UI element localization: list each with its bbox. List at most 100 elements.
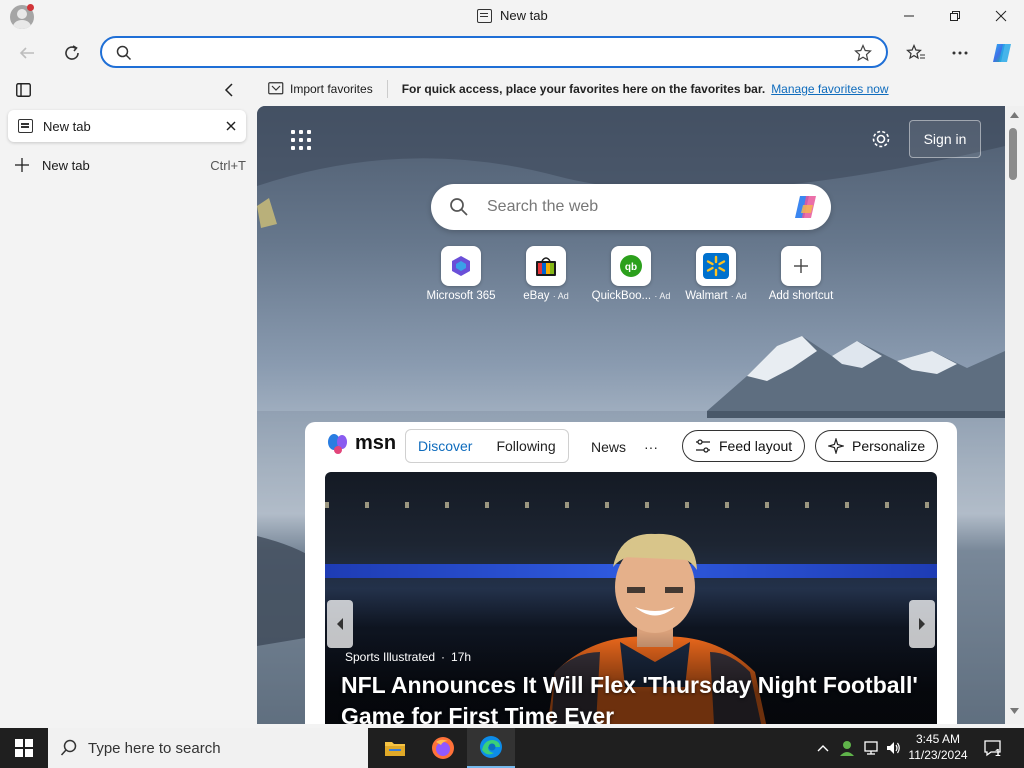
hero-age: 17h (451, 650, 472, 664)
shortcut-label: QuickBoo... (591, 290, 652, 302)
vertical-tabs-pane: New tab New tab Ctrl+T (0, 72, 256, 728)
address-input[interactable] (140, 42, 840, 64)
msn-brand-text: msn (355, 432, 397, 454)
feed-layout-button[interactable]: Feed layout (682, 430, 806, 462)
shortcut-label: Walmart (685, 290, 728, 302)
copilot-icon[interactable] (791, 193, 821, 221)
restore-button[interactable] (932, 0, 978, 32)
minimize-icon (904, 15, 914, 17)
shortcut-walmart[interactable]: Walmart · Ad (671, 246, 761, 302)
page-scrollbar[interactable] (1005, 106, 1024, 724)
hero-source: Sports Illustrated · 17h (345, 650, 472, 664)
scroll-down-arrow-icon[interactable] (1010, 708, 1019, 714)
feed-tab-group: Discover Following (405, 429, 569, 463)
firefox-icon (432, 737, 454, 759)
window-title-text: New tab (500, 8, 548, 23)
tray-user-icon[interactable] (836, 728, 858, 768)
close-tab-icon[interactable] (226, 121, 236, 131)
network-icon (864, 741, 878, 755)
profile-notification-dot (27, 4, 34, 11)
hero-news-card[interactable]: Sports Illustrated · 17h NFL Announces I… (325, 472, 937, 724)
scrollbar-thumb[interactable] (1009, 128, 1017, 180)
import-favorites-icon (268, 82, 284, 95)
web-search-box[interactable]: Search the web (431, 184, 831, 230)
start-button[interactable] (0, 728, 48, 768)
carousel-prev-button[interactable] (327, 600, 353, 648)
more-dots-icon (952, 51, 968, 55)
favorites-button[interactable] (901, 38, 931, 68)
taskbar-firefox[interactable] (419, 728, 467, 768)
chevron-right-icon (919, 618, 925, 630)
back-button[interactable] (12, 38, 42, 68)
msn-logo[interactable]: msn (327, 432, 396, 455)
taskbar-search-placeholder: Type here to search (88, 739, 221, 757)
add-shortcut-button[interactable]: Add shortcut (756, 246, 846, 302)
scroll-up-arrow-icon[interactable] (1010, 112, 1019, 118)
import-favorites-button[interactable]: Import favorites (268, 82, 373, 96)
tab-discover[interactable]: Discover (406, 430, 484, 462)
address-bar[interactable] (100, 36, 888, 68)
clock-date: 11/23/2024 (908, 748, 968, 762)
shortcut-ebay[interactable]: eBay · Ad (501, 246, 591, 302)
restore-icon (950, 11, 960, 21)
feed-more-button[interactable]: ··· (644, 439, 658, 455)
favorites-bar-message: For quick access, place your favorites h… (401, 82, 766, 96)
close-window-button[interactable] (978, 0, 1024, 32)
taskbar-file-explorer[interactable] (371, 728, 419, 768)
search-icon (450, 198, 468, 216)
tab-news[interactable]: News (591, 439, 626, 455)
new-tab-button[interactable]: New tab Ctrl+T (14, 154, 246, 176)
personalize-button[interactable]: Personalize (815, 430, 939, 462)
tray-network-icon[interactable] (860, 728, 882, 768)
plus-icon (781, 246, 821, 286)
title-bar: New tab (0, 0, 1024, 34)
taskbar-search-box[interactable]: Type here to search (48, 728, 368, 768)
quickbooks-icon: qb (611, 246, 651, 286)
close-icon (995, 10, 1007, 22)
feed-layout-label: Feed layout (719, 438, 793, 454)
tab-page-icon (477, 8, 492, 23)
tab-label: New tab (43, 118, 91, 134)
taskbar-edge[interactable] (467, 728, 515, 768)
favorites-divider (386, 80, 388, 98)
refresh-button[interactable] (57, 38, 87, 68)
copilot-button[interactable] (987, 38, 1017, 68)
search-placeholder: Search the web (487, 198, 599, 215)
search-icon (60, 739, 77, 756)
shortcut-quickbooks[interactable]: qb QuickBoo... · Ad (586, 246, 676, 302)
tab-actions-menu-icon[interactable] (16, 83, 31, 97)
shortcut-label: eBay (523, 290, 550, 302)
edge-browser-icon (480, 736, 502, 758)
tab-following[interactable]: Following (484, 430, 567, 462)
favorites-bar: Import favorites For quick access, place… (256, 72, 1024, 106)
add-favorite-star-icon[interactable] (854, 44, 872, 62)
people-icon (840, 741, 854, 756)
hero-headline[interactable]: NFL Announces It Will Flex 'Thursday Nig… (341, 670, 931, 724)
shortcut-label: Add shortcut (768, 290, 834, 302)
sign-in-button[interactable]: Sign in (909, 120, 981, 158)
minimize-button[interactable] (886, 0, 932, 32)
settings-more-button[interactable] (945, 38, 975, 68)
back-arrow-icon (19, 47, 34, 59)
msn-butterfly-icon (328, 433, 347, 454)
ad-label: · Ad (552, 291, 569, 301)
collapse-pane-chevron-icon[interactable] (224, 83, 234, 97)
system-clock[interactable]: 3:45 AM 11/23/2024 (898, 731, 978, 763)
app-launcher-icon[interactable] (291, 130, 311, 150)
new-tab-label: New tab (42, 157, 90, 173)
sliders-icon (696, 439, 710, 453)
hero-source-name: Sports Illustrated (345, 650, 436, 664)
browser-toolbar (0, 34, 1024, 72)
page-settings-button[interactable] (869, 128, 893, 152)
manage-favorites-link[interactable]: Manage favorites now (771, 82, 888, 96)
notification-center-button[interactable]: 1 (980, 728, 1006, 768)
carousel-next-button[interactable] (909, 600, 935, 648)
personalize-label: Personalize (852, 438, 926, 454)
favorites-star-icon (906, 44, 925, 60)
notification-count-badge: 1 (995, 748, 1001, 759)
tab-new-tab[interactable]: New tab (8, 110, 246, 142)
shortcut-microsoft-365[interactable]: Microsoft 365 (416, 246, 506, 302)
show-hidden-icons-button[interactable] (812, 728, 834, 768)
stadium-lights (325, 502, 937, 508)
import-favorites-label: Import favorites (290, 82, 373, 96)
